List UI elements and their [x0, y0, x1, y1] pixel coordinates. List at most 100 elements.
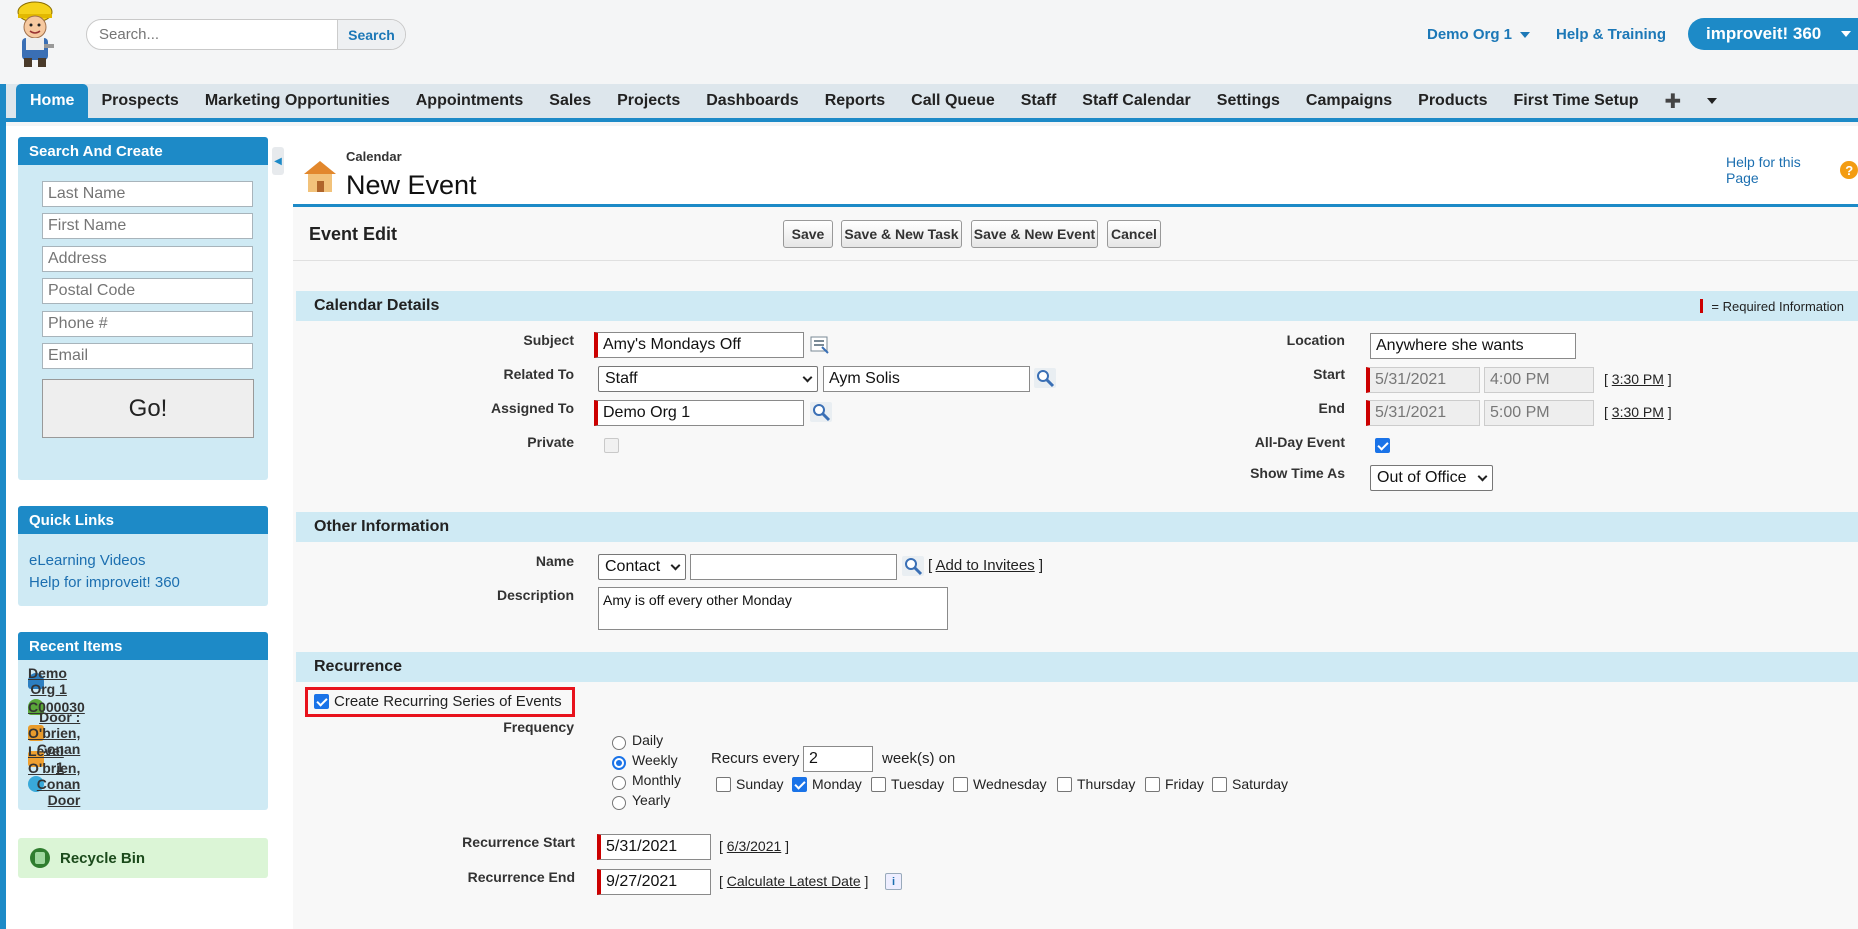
recent-item[interactable]: O'brien, Conan Door	[28, 760, 80, 808]
start-time-field[interactable]: 4:00 PM	[1484, 367, 1594, 393]
app-switcher-button[interactable]: improveit! 360	[1688, 18, 1858, 50]
tab-campaigns[interactable]: Campaigns	[1293, 84, 1405, 118]
tab-prospects[interactable]: Prospects	[88, 84, 191, 118]
top-header: Search Demo Org 1 Help & Training improv…	[0, 0, 1858, 72]
weeks-on-label: week(s) on	[882, 750, 956, 767]
first-name-field[interactable]	[42, 213, 253, 239]
all-day-checkbox[interactable]	[1375, 438, 1390, 453]
help-training-link[interactable]: Help & Training	[1556, 26, 1666, 43]
day-thursday-checkbox[interactable]	[1057, 777, 1072, 792]
tab-staff[interactable]: Staff	[1008, 84, 1070, 118]
recycle-bin[interactable]: Recycle Bin	[18, 838, 268, 878]
show-time-as-select[interactable]: Out of Office	[1370, 465, 1493, 491]
tab-settings[interactable]: Settings	[1204, 84, 1293, 118]
help-for-page-link[interactable]: Help for this Page ?	[1726, 154, 1858, 186]
search-create-panel: Go!	[18, 165, 268, 480]
global-search-button[interactable]: Search	[337, 20, 405, 49]
related-to-name-field[interactable]: Aym Solis	[823, 366, 1030, 392]
cancel-button[interactable]: Cancel	[1107, 220, 1161, 248]
help-for-page-label: Help for this Page	[1726, 154, 1801, 186]
frequency-weekly-label: Weekly	[632, 752, 678, 768]
recurrence-heading: Recurrence	[296, 652, 1858, 682]
add-invitees-button[interactable]: Add to Invitees	[936, 557, 1035, 574]
description-textarea[interactable]: Amy is off every other Monday	[598, 587, 948, 630]
day-saturday-checkbox[interactable]	[1212, 777, 1227, 792]
address-field[interactable]	[42, 246, 253, 272]
start-date-field[interactable]: 5/31/2021	[1366, 367, 1480, 393]
tab-reports[interactable]: Reports	[812, 84, 898, 118]
info-icon[interactable]: i	[885, 873, 902, 890]
go-button[interactable]: Go!	[42, 379, 254, 438]
frequency-yearly-radio[interactable]	[612, 796, 626, 810]
lookup-magnifier-icon[interactable]	[902, 556, 924, 576]
search-create-title: Search And Create	[18, 137, 268, 165]
lookup-magnifier-icon[interactable]	[810, 402, 832, 422]
end-time-quick-link[interactable]: 3:30 PM	[1612, 404, 1664, 420]
quick-link-elearning[interactable]: eLearning Videos	[29, 552, 145, 569]
quick-link-help[interactable]: Help for improveit! 360	[29, 574, 180, 591]
start-time-quick-link[interactable]: 3:30 PM	[1612, 371, 1664, 387]
frequency-monthly-label: Monthly	[632, 772, 682, 788]
recurrence-end-label: Recurrence End	[467, 869, 575, 885]
tab-first-time-setup[interactable]: First Time Setup	[1500, 84, 1651, 118]
calculate-latest-date: [ Calculate Latest Date ]	[719, 873, 869, 889]
tab-overflow-menu[interactable]	[1694, 84, 1730, 118]
frequency-label: Frequency	[503, 719, 574, 735]
org-menu-label: Demo Org 1	[1427, 26, 1513, 43]
tab-products[interactable]: Products	[1405, 84, 1500, 118]
frequency-monthly-radio[interactable]	[612, 776, 626, 790]
recurrence-end-field[interactable]: 9/27/2021	[597, 869, 711, 895]
global-search-input[interactable]	[87, 20, 337, 49]
related-to-type-select[interactable]: Staff	[598, 366, 818, 392]
end-time-field[interactable]: 5:00 PM	[1484, 400, 1594, 426]
tab-dashboards[interactable]: Dashboards	[693, 84, 811, 118]
location-field[interactable]: Anywhere she wants	[1370, 333, 1576, 359]
subject-field[interactable]: Amy's Mondays Off	[594, 332, 804, 358]
day-friday-checkbox[interactable]	[1145, 777, 1160, 792]
assigned-to-field[interactable]: Demo Org 1	[594, 400, 804, 426]
section-title: Calendar Details	[314, 297, 440, 314]
save-new-task-button[interactable]: Save & New Task	[841, 220, 962, 248]
sidebar-collapse-handle[interactable]: ◀	[272, 147, 284, 175]
email-field[interactable]	[42, 343, 253, 369]
day-monday-checkbox[interactable]	[792, 777, 807, 792]
private-checkbox[interactable]	[604, 438, 619, 453]
save-new-event-button[interactable]: Save & New Event	[971, 220, 1098, 248]
recurrence-start-label: Recurrence Start	[462, 834, 575, 850]
frequency-weekly-radio[interactable]	[612, 756, 626, 770]
tab-home[interactable]: Home	[16, 84, 89, 118]
location-label: Location	[1286, 332, 1345, 348]
day-wednesday-checkbox[interactable]	[953, 777, 968, 792]
recycle-bin-label: Recycle Bin	[60, 849, 146, 867]
tab-projects[interactable]: Projects	[604, 84, 693, 118]
postal-code-field[interactable]	[42, 278, 253, 304]
recurs-every-field[interactable]: 2	[803, 746, 873, 772]
org-menu[interactable]: Demo Org 1	[1427, 26, 1531, 43]
recurrence-start-date-link[interactable]: 6/3/2021	[727, 838, 782, 854]
recent-item[interactable]: Demo Org 1	[28, 665, 67, 697]
day-sunday-checkbox[interactable]	[716, 777, 731, 792]
chevron-down-icon	[1707, 98, 1718, 104]
name-type-select[interactable]: Contact	[598, 554, 686, 580]
calculate-latest-date-link[interactable]: Calculate Latest Date	[727, 873, 861, 889]
chevron-down-icon	[1841, 31, 1852, 37]
save-button[interactable]: Save	[783, 220, 833, 248]
recent-item[interactable]: Door : O'brien, Conan	[28, 709, 80, 757]
tab-marketing-opportunities[interactable]: Marketing Opportunities	[192, 84, 403, 118]
tab-call-queue[interactable]: Call Queue	[898, 84, 1008, 118]
phone-field[interactable]	[42, 311, 253, 337]
last-name-field[interactable]	[42, 181, 253, 207]
tab-sales[interactable]: Sales	[536, 84, 604, 118]
recurrence-start-field[interactable]: 5/31/2021	[597, 834, 711, 860]
lookup-magnifier-icon[interactable]	[1034, 368, 1056, 388]
recent-item-label: Demo Org 1	[28, 665, 67, 697]
subject-combo-icon[interactable]	[810, 335, 832, 355]
tab-staff-calendar[interactable]: Staff Calendar	[1069, 84, 1203, 118]
tab-appointments[interactable]: Appointments	[403, 84, 537, 118]
frequency-daily-radio[interactable]	[612, 736, 626, 750]
end-date-field[interactable]: 5/31/2021	[1366, 400, 1480, 426]
add-tab-plus-icon[interactable]: ✚	[1652, 84, 1695, 118]
day-tuesday-checkbox[interactable]	[871, 777, 886, 792]
name-lookup-field[interactable]	[690, 554, 897, 580]
page-title: New Event	[346, 170, 477, 200]
